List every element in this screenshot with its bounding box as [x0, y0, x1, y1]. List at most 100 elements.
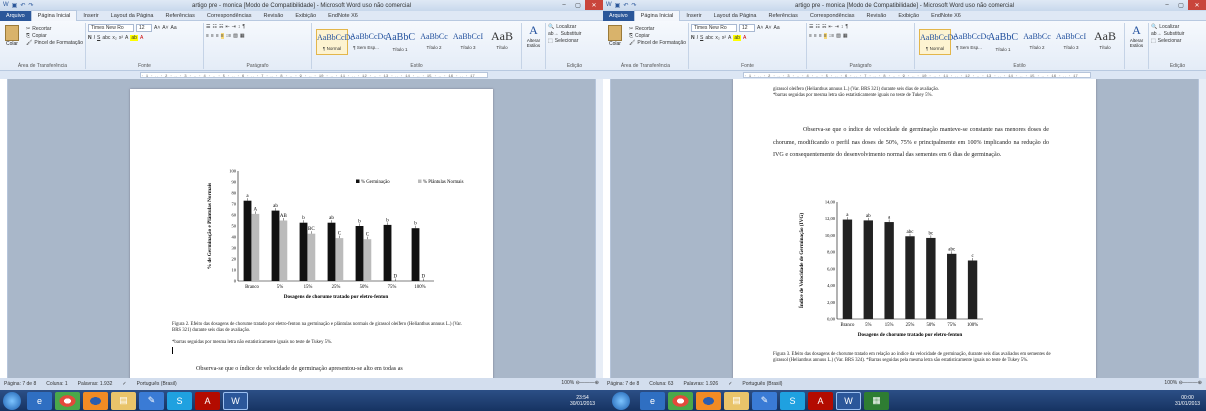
- font-name-select[interactable]: Times New Ro: [691, 24, 737, 32]
- copy-button[interactable]: ⎘ Copiar: [629, 33, 686, 39]
- shading-icon[interactable]: ▧: [233, 33, 238, 39]
- underline-button[interactable]: S: [97, 35, 100, 41]
- italic-button[interactable]: I: [697, 35, 698, 41]
- vertical-scrollbar[interactable]: [595, 79, 603, 378]
- sort-icon[interactable]: ↕: [238, 24, 241, 30]
- horizontal-ruler[interactable]: · 1 · ␣ · 2 · ␣ · 3 · ␣ · 4 · ␣ · 5 · ␣ …: [603, 71, 1206, 79]
- minimize-button[interactable]: –: [1160, 0, 1174, 10]
- tab-references[interactable]: Referências: [159, 11, 200, 21]
- select-button[interactable]: ⬚ Selecionar: [1151, 38, 1204, 44]
- tab-view[interactable]: Exibição: [289, 11, 322, 21]
- format-painter-button[interactable]: 🖌 Pincel de Formatação: [26, 40, 83, 46]
- change-case-icon[interactable]: Aa: [774, 25, 780, 31]
- style-title[interactable]: AaB Título: [486, 29, 518, 55]
- change-case-icon[interactable]: Aa: [171, 25, 177, 31]
- multilevel-icon[interactable]: ☵: [219, 24, 223, 30]
- cut-button[interactable]: ✂ Recortar: [629, 26, 686, 32]
- clock-left[interactable]: 23:54 30/01/2013: [570, 395, 595, 407]
- numbering-icon[interactable]: ☷: [212, 24, 216, 30]
- style-heading-1[interactable]: AaBbC Título 1: [987, 29, 1019, 55]
- vertical-ruler[interactable]: [603, 79, 611, 378]
- text-effects-icon[interactable]: A: [728, 35, 731, 41]
- align-center-icon[interactable]: ≡: [814, 33, 817, 39]
- tab-insert[interactable]: Inserir: [680, 11, 707, 21]
- ie-icon[interactable]: e: [27, 391, 52, 410]
- paste-button[interactable]: Colar: [3, 25, 21, 47]
- style-title[interactable]: AaB Título: [1089, 29, 1121, 55]
- firefox-icon[interactable]: [83, 391, 108, 410]
- line-spacing-icon[interactable]: ↕≡: [226, 33, 231, 39]
- language-indicator[interactable]: Português (Brasil): [742, 381, 782, 387]
- zoom-level[interactable]: 100% ⊖———⊕: [1164, 380, 1202, 386]
- tab-endnote[interactable]: EndNote X6: [322, 11, 364, 21]
- word-count[interactable]: Palavras: 1.926: [683, 381, 718, 387]
- subscript-button[interactable]: x₂: [112, 35, 116, 41]
- underline-button[interactable]: S: [700, 35, 703, 41]
- multilevel-icon[interactable]: ☵: [822, 24, 826, 30]
- font-size-select[interactable]: 12: [136, 24, 152, 32]
- increase-indent-icon[interactable]: ⇥: [835, 24, 839, 30]
- document-page[interactable]: girassol oleífero (Helianthus annuus L.)…: [733, 79, 1096, 378]
- font-size-select[interactable]: 12: [739, 24, 755, 32]
- vertical-ruler[interactable]: [0, 79, 8, 378]
- vertical-scrollbar[interactable]: [1198, 79, 1206, 378]
- decrease-indent-icon[interactable]: ⇤: [225, 24, 229, 30]
- skype-icon-right[interactable]: S: [780, 391, 805, 410]
- tab-file[interactable]: Arquivo: [0, 10, 31, 21]
- style-normal[interactable]: AaBbCcDc ¶ Normal: [919, 29, 957, 55]
- text-effects-icon[interactable]: A: [125, 35, 128, 41]
- grow-font-icon[interactable]: A˄: [757, 25, 763, 31]
- minimize-button[interactable]: –: [557, 0, 571, 10]
- superscript-button[interactable]: x²: [119, 35, 123, 41]
- font-color-icon[interactable]: A: [140, 35, 143, 41]
- align-right-icon[interactable]: ≡: [216, 33, 219, 39]
- tab-review[interactable]: Revisão: [860, 11, 892, 21]
- align-left-icon[interactable]: ≡: [206, 33, 209, 39]
- sort-icon[interactable]: ↕: [841, 24, 844, 30]
- style-no-spacing[interactable]: AaBbCcDc ¶ Sem Esp...: [350, 29, 387, 55]
- italic-button[interactable]: I: [94, 35, 95, 41]
- word-count[interactable]: Palavras: 1.932: [78, 381, 113, 387]
- shrink-font-icon[interactable]: A˅: [162, 25, 168, 31]
- font-color-icon[interactable]: A: [743, 35, 746, 41]
- replace-button[interactable]: ab→ Substituir: [548, 31, 601, 37]
- pilcrow-icon[interactable]: ¶: [242, 24, 245, 30]
- tab-home[interactable]: Página Inicial: [633, 10, 681, 21]
- horizontal-ruler[interactable]: · 1 · ␣ · 2 · ␣ · 3 · ␣ · 4 · ␣ · 5 · ␣ …: [0, 71, 603, 79]
- tab-mailings[interactable]: Correspondências: [804, 11, 861, 21]
- tab-home[interactable]: Página Inicial: [30, 10, 78, 21]
- document-area[interactable]: girassol oleífero (Helianthus annuus L.)…: [611, 79, 1198, 378]
- tab-file[interactable]: Arquivo: [603, 10, 634, 21]
- shading-icon[interactable]: ▧: [836, 33, 841, 39]
- ie-icon-right[interactable]: e: [640, 391, 665, 410]
- align-center-icon[interactable]: ≡: [211, 33, 214, 39]
- style-no-spacing[interactable]: AaBbCcDc ¶ Sem Esp...: [953, 29, 990, 55]
- pilcrow-icon[interactable]: ¶: [845, 24, 848, 30]
- word-icon-right[interactable]: W: [836, 391, 861, 410]
- tab-mailings[interactable]: Correspondências: [201, 11, 258, 21]
- style-normal[interactable]: AaBbCcDc ¶ Normal: [316, 29, 354, 55]
- align-right-icon[interactable]: ≡: [819, 33, 822, 39]
- language-indicator[interactable]: Português (Brasil): [137, 381, 177, 387]
- start-button-right[interactable]: [612, 391, 630, 410]
- maximize-button[interactable]: ▢: [571, 0, 585, 10]
- tab-view[interactable]: Exibição: [892, 11, 925, 21]
- strikethrough-button[interactable]: abc: [705, 35, 713, 41]
- change-styles-button[interactable]: A Alterar Estilos: [1125, 23, 1149, 69]
- document-area[interactable]: 0 10 20 30 40 50 60 70 80 90 100 Branco a A 5% ab AB 15% b…: [8, 79, 595, 378]
- replace-button[interactable]: ab→ Substituir: [1151, 31, 1204, 37]
- tab-endnote[interactable]: EndNote X6: [925, 11, 967, 21]
- style-heading-1[interactable]: AaBbC Título 1: [384, 29, 416, 55]
- tab-references[interactable]: Referências: [762, 11, 803, 21]
- borders-icon[interactable]: ▦: [843, 33, 848, 39]
- zoom-level[interactable]: 100% ⊖———⊕: [561, 380, 599, 386]
- firefox-icon-right[interactable]: [696, 391, 721, 410]
- paint-icon-right[interactable]: ✎: [752, 391, 777, 410]
- select-button[interactable]: ⬚ Selecionar: [548, 38, 601, 44]
- page-count[interactable]: Página: 7 de 8: [607, 381, 639, 387]
- subscript-button[interactable]: x₂: [715, 35, 719, 41]
- justify-icon[interactable]: ≡: [220, 33, 224, 39]
- increase-indent-icon[interactable]: ⇥: [232, 24, 236, 30]
- line-spacing-icon[interactable]: ↕≡: [829, 33, 834, 39]
- close-button[interactable]: ✕: [585, 0, 603, 10]
